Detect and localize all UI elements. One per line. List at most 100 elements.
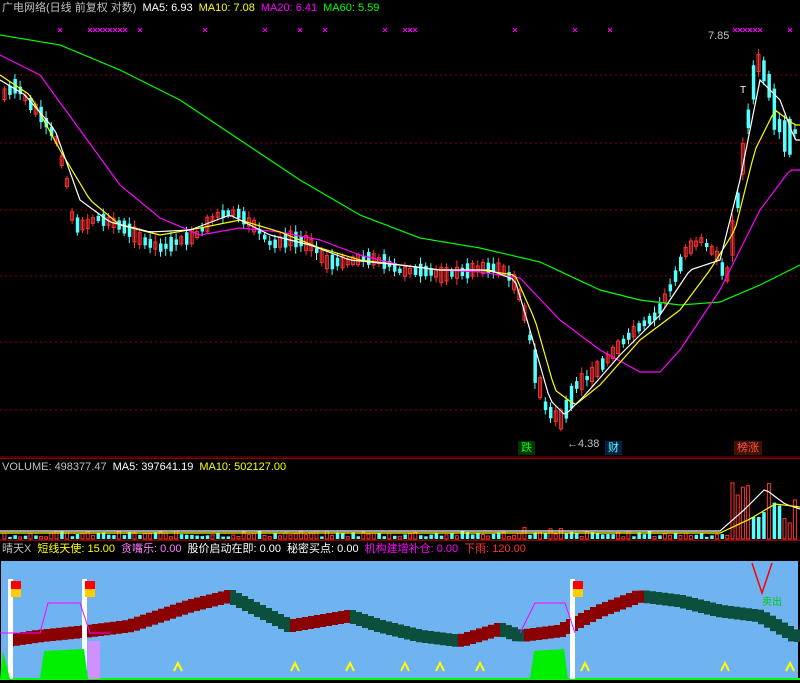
- candle-down: [705, 242, 709, 248]
- ribbon-block-down: [254, 602, 260, 617]
- volume-bar-up: [80, 533, 85, 540]
- volume-bar-up: [579, 535, 584, 540]
- volume-ma5-line: [0, 489, 800, 532]
- volume-bar-up: [626, 530, 631, 540]
- volume-bar-down: [710, 535, 714, 539]
- ribbon-block-up: [590, 607, 596, 622]
- candle-down: [621, 338, 626, 345]
- volume-bar-up: [746, 485, 751, 540]
- candle-down: [96, 215, 101, 221]
- price-chart[interactable]: [0, 0, 800, 458]
- ribbon-block-up: [56, 627, 62, 641]
- secret-buy-value: 秘密买点: 0.00: [287, 543, 359, 555]
- candle-down: [642, 320, 647, 327]
- volume-bar-up: [304, 534, 309, 540]
- signal-flag-yellow: [573, 589, 583, 597]
- candle-down: [647, 315, 652, 324]
- volume-bar-down: [195, 535, 199, 539]
- volume-bar-down: [751, 516, 756, 539]
- volume-bar-up: [517, 532, 522, 540]
- candle-down: [549, 407, 553, 419]
- ribbon-block-up: [92, 624, 98, 637]
- ribbon-block-up: [62, 627, 68, 640]
- candle-down: [315, 248, 319, 254]
- candle-down: [101, 213, 106, 226]
- candle-down: [793, 129, 797, 134]
- ma20-value: MA20: 6.41: [260, 2, 318, 14]
- ribbon-block-up: [524, 628, 530, 642]
- volume-bar-up: [548, 528, 553, 540]
- volume-bar-up: [714, 533, 719, 540]
- volume-bar-down: [450, 533, 454, 539]
- candle-down: [601, 358, 605, 370]
- ribbon-block-up: [326, 613, 332, 626]
- volume-bar-down: [403, 534, 407, 539]
- ribbon-block-up: [560, 622, 566, 637]
- volume-bar-up: [558, 528, 563, 540]
- volume-bar-down: [190, 534, 194, 539]
- volume-panel[interactable]: VOLUME: 498377.47 MA5: 397641.19 MA10: 5…: [0, 458, 800, 541]
- ribbon-block-up: [488, 624, 494, 639]
- ribbon-block-down: [428, 631, 434, 644]
- ribbon-block-up: [620, 595, 626, 610]
- ribbon-block-up: [200, 596, 206, 610]
- ribbon-block-up: [344, 610, 350, 623]
- candle-down: [330, 254, 335, 270]
- ribbon-block-down: [668, 593, 674, 607]
- volume-bar-down: [75, 533, 80, 539]
- volume-bar-up: [252, 532, 257, 540]
- ma5-value: MA5: 6.93: [142, 2, 193, 14]
- ribbon-block-down: [788, 626, 794, 642]
- ribbon-block-down: [500, 623, 506, 638]
- ribbon-block-down: [284, 617, 290, 632]
- volume-bar-down: [185, 534, 189, 539]
- ribbon-block-up: [584, 610, 590, 625]
- ribbon-block-up: [170, 604, 176, 619]
- ribbon-block-down: [662, 592, 668, 606]
- sell-sign-label: 卖出: [762, 597, 782, 608]
- ribbon-block-down: [680, 595, 686, 609]
- candle-down: [75, 217, 80, 233]
- ribbon-block-up: [128, 618, 134, 633]
- volume-bar-up: [236, 536, 241, 540]
- volume-bar-up: [148, 533, 153, 540]
- ribbon-block-up: [38, 629, 44, 643]
- candle-down: [164, 243, 168, 249]
- ribbon-block-down: [686, 596, 692, 610]
- indicator-chart[interactable]: [0, 541, 800, 683]
- volume-bar-down: [424, 536, 428, 539]
- signal-flag-yellow: [85, 589, 95, 597]
- ribbon-block-up: [332, 612, 338, 625]
- volume-bar-down: [216, 532, 220, 539]
- ribbon-block-up: [110, 621, 116, 635]
- ribbon-block-down: [266, 608, 272, 623]
- ribbon-block-down: [746, 608, 752, 621]
- volume-bar-down: [595, 533, 600, 539]
- candle-down: [367, 251, 371, 265]
- volume-bar-down: [434, 533, 439, 539]
- ribbon-block-up: [542, 626, 548, 640]
- ribbon-block-up: [302, 617, 308, 630]
- price-panel[interactable]: 广电网络(日线 前复权 对数) MA5: 6.93 MA10: 7.08 MA2…: [0, 0, 800, 458]
- volume-ma10-line: [0, 503, 800, 534]
- ribbon-block-down: [398, 624, 404, 638]
- ribbon-block-down: [752, 609, 758, 622]
- candle-down: [424, 265, 428, 277]
- ribbon-block-up: [68, 626, 74, 640]
- volume-ma10: MA10: 502127.00: [199, 461, 287, 473]
- candle-down: [174, 239, 179, 245]
- volume-bar-down: [720, 534, 725, 539]
- ribbon-block-down: [512, 627, 518, 642]
- volume-bar-down: [575, 532, 579, 539]
- ribbon-block-up: [296, 618, 302, 631]
- ribbon-block-up: [74, 626, 80, 639]
- volume-bar-down: [221, 536, 225, 539]
- indicator-panel[interactable]: 晴天X 短线天使: 15.00 贪嘴乐: 0.00 股价启动在即: 0.00 秘…: [0, 540, 800, 683]
- volume-bar-up: [668, 534, 673, 540]
- signal-flag-red: [573, 581, 583, 589]
- ribbon-block-down: [404, 626, 410, 640]
- ribbon-block-up: [470, 630, 476, 644]
- ribbon-block-down: [794, 629, 800, 642]
- ribbon-block-up: [548, 625, 554, 639]
- stock-title: 广电网络(日线 前复权 对数): [2, 2, 137, 14]
